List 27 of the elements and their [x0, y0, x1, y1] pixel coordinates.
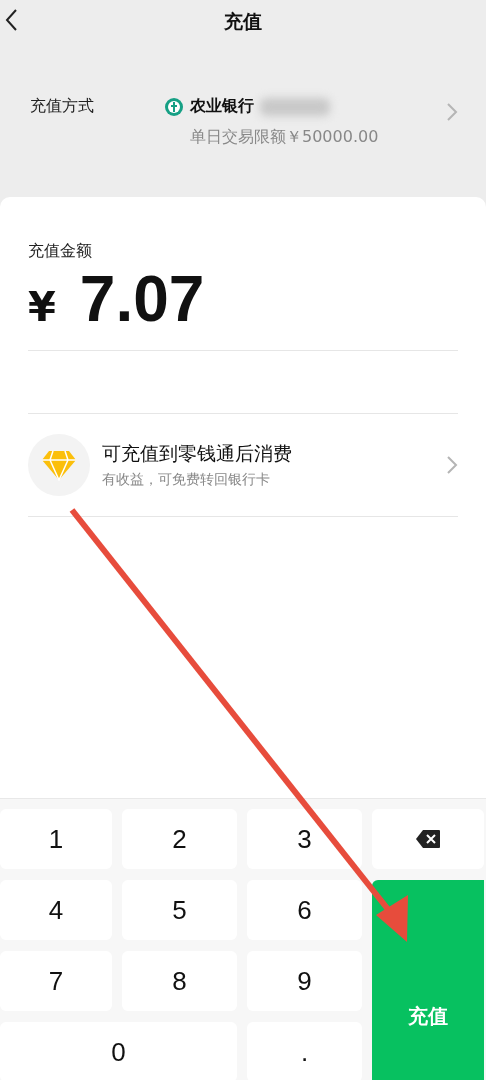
- backspace-key[interactable]: [372, 809, 484, 869]
- keypad-key[interactable]: 2: [122, 809, 237, 869]
- keypad-key[interactable]: 7: [0, 951, 112, 1011]
- keypad-key[interactable]: 8: [122, 951, 237, 1011]
- keypad-key[interactable]: 9: [247, 951, 362, 1011]
- option-title: 可充值到零钱通后消费: [102, 441, 293, 466]
- option-subtitle: 有收益，可免费转回银行卡: [102, 471, 271, 489]
- page-title: 充值: [224, 9, 262, 34]
- keypad-key[interactable]: 1: [0, 809, 112, 869]
- amount-value[interactable]: 7.07: [79, 262, 205, 336]
- method-label: 充值方式: [30, 96, 95, 117]
- backspace-icon: [415, 829, 441, 849]
- chevron-right-icon: [446, 455, 458, 475]
- keypad-key[interactable]: 5: [122, 880, 237, 940]
- amount-label: 充值金额: [28, 240, 93, 262]
- daily-limit: 单日交易限额￥50000.00: [190, 127, 380, 148]
- chevron-right-icon: [446, 102, 458, 122]
- keypad-key[interactable]: 3: [247, 809, 362, 869]
- redaction-blur: [260, 97, 330, 116]
- back-icon[interactable]: [4, 8, 18, 32]
- keypad-key[interactable]: 4: [0, 880, 112, 940]
- currency-symbol: ¥: [28, 284, 56, 330]
- bank-name: 农业银行: [190, 96, 254, 117]
- keypad-key[interactable]: 0: [0, 1022, 237, 1080]
- keypad-key[interactable]: 6: [247, 880, 362, 940]
- keypad-key[interactable]: .: [247, 1022, 362, 1080]
- bank-logo-icon: [164, 96, 184, 117]
